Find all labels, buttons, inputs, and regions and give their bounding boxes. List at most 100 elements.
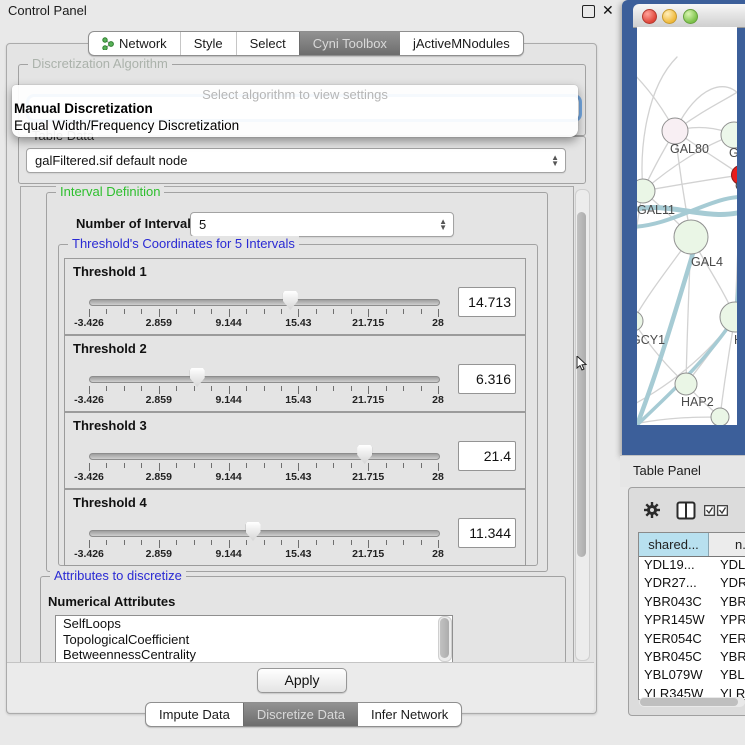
table-row[interactable]: YBR043CYBR0 (639, 594, 745, 612)
network-view-window: GAL80GACGAL11GAL4GCY1HHAP2 (622, 0, 745, 455)
attribute-item-selfloops[interactable]: SelfLoops (56, 616, 452, 632)
tick-label: 28 (412, 317, 464, 329)
tab-network[interactable]: Network (89, 32, 180, 55)
node-table[interactable]: shared... n... YDL19...YDL1YDR27...YDR2Y… (638, 532, 745, 700)
tab-label: jActiveMNodules (413, 36, 510, 51)
network-node[interactable] (720, 302, 737, 332)
cell-name[interactable]: YPR1 (714, 612, 745, 630)
attribute-item-topologicalcoefficient[interactable]: TopologicalCoefficient (56, 632, 452, 648)
dropdown-option-manual-discretization[interactable]: Manual Discretization (14, 101, 153, 116)
threshold-slider-track[interactable] (89, 453, 440, 460)
network-node[interactable] (637, 311, 643, 331)
scrollbar-thumb[interactable] (577, 212, 586, 557)
network-node[interactable] (675, 373, 697, 395)
table-horizontal-scrollbar[interactable] (639, 697, 745, 707)
threshold-slider-thumb[interactable] (190, 368, 205, 387)
cell-shared-name[interactable]: YBR045C (639, 649, 714, 667)
threshold-slider-thumb[interactable] (357, 445, 372, 464)
threshold-value-field[interactable] (458, 441, 516, 471)
tick-mark (281, 463, 282, 468)
cell-name[interactable]: YBR0 (714, 594, 745, 612)
attributes-scrollbar[interactable] (438, 616, 452, 662)
cell-name[interactable]: YBR0 (714, 649, 745, 667)
table-row[interactable]: YBL079WYBL0 (639, 667, 745, 685)
attribute-item-betweennesscentrality[interactable]: BetweennessCentrality (56, 647, 452, 663)
network-edge[interactable] (637, 417, 720, 425)
gear-icon[interactable] (643, 501, 661, 519)
cell-name[interactable]: YER0 (714, 631, 745, 649)
tick-label: 2.859 (133, 471, 185, 483)
numerical-attributes-list[interactable]: SelfLoopsTopologicalCoefficientBetweenne… (55, 615, 453, 663)
float-window-icon[interactable] (582, 5, 595, 18)
tick-mark (89, 463, 90, 471)
split-columns-icon[interactable] (676, 501, 696, 520)
tick-mark (421, 540, 422, 545)
tick-mark (351, 540, 352, 545)
threshold-slider-track[interactable] (89, 376, 440, 383)
network-node[interactable] (711, 408, 729, 425)
tick-mark (246, 540, 247, 545)
threshold-value-field[interactable] (458, 364, 516, 394)
network-canvas[interactable]: GAL80GACGAL11GAL4GCY1HHAP2 (637, 27, 737, 425)
table-data-combobox[interactable]: galFiltered.sif default node ▲▼ (26, 148, 566, 173)
tick-label: 28 (412, 394, 464, 406)
network-node[interactable] (662, 118, 688, 144)
threshold-slider-track[interactable] (89, 530, 440, 537)
close-icon[interactable]: ✕ (602, 2, 614, 19)
select-columns-icon[interactable] (704, 505, 728, 516)
table-row[interactable]: YDR27...YDR2 (639, 575, 745, 593)
tab-impute-data[interactable]: Impute Data (146, 703, 243, 726)
column-header-shared-name[interactable]: shared... (639, 533, 709, 556)
table-row[interactable]: YER054CYER0 (639, 631, 745, 649)
tab-jactivemnodules[interactable]: jActiveMNodules (400, 32, 523, 55)
threshold-value-field[interactable] (458, 518, 516, 548)
table-row[interactable]: YPR145WYPR1 (639, 612, 745, 630)
network-window-titlebar[interactable] (633, 4, 745, 28)
cell-shared-name[interactable]: YDL19... (639, 557, 714, 575)
minimize-traffic-light-icon[interactable] (662, 9, 677, 24)
tick-mark (124, 386, 125, 391)
cell-shared-name[interactable]: YBR043C (639, 594, 714, 612)
tab-infer-network[interactable]: Infer Network (358, 703, 461, 726)
apply-button[interactable]: Apply (257, 668, 347, 693)
tick-mark (298, 309, 299, 317)
cell-name[interactable]: YDL1 (714, 557, 745, 575)
network-edge[interactable] (643, 175, 737, 191)
vertical-scrollbar[interactable] (575, 189, 590, 661)
network-graph[interactable]: GAL80GACGAL11GAL4GCY1HHAP2 (637, 27, 737, 425)
tick-label: 21.715 (342, 317, 394, 329)
threshold-slider-thumb[interactable] (246, 522, 261, 541)
scrollbar-thumb[interactable] (440, 618, 449, 658)
tick-mark (264, 386, 265, 391)
table-row[interactable]: YDL19...YDL1 (639, 557, 745, 575)
tab-cyni-toolbox[interactable]: Cyni Toolbox (299, 32, 400, 55)
number-of-intervals-combobox[interactable]: 5 ▲▼ (190, 212, 454, 237)
node-label: GCY1 (637, 333, 665, 347)
table-row[interactable]: YBR045CYBR0 (639, 649, 745, 667)
threshold-slider-track[interactable] (89, 299, 440, 306)
scrollbar-thumb[interactable] (640, 698, 738, 706)
cell-shared-name[interactable]: YDR27... (639, 575, 714, 593)
cell-name[interactable]: YBL0 (714, 667, 745, 685)
tab-select[interactable]: Select (236, 32, 299, 55)
zoom-traffic-light-icon[interactable] (683, 9, 698, 24)
dropdown-option-equal-width-frequency-discretization[interactable]: Equal Width/Frequency Discretization (14, 118, 239, 133)
threshold-slider-thumb[interactable] (283, 291, 298, 310)
cell-name[interactable]: YDR2 (714, 575, 745, 593)
tab-label: Network (119, 36, 167, 51)
column-header-name[interactable]: n... (709, 533, 745, 556)
cell-shared-name[interactable]: YPR145W (639, 612, 714, 630)
network-node[interactable] (674, 220, 708, 254)
tab-style[interactable]: Style (180, 32, 236, 55)
threshold-panel: Threshold 2 -3.4262.8599.14415.4321.7152… (64, 335, 526, 412)
cell-shared-name[interactable]: YBL079W (639, 667, 714, 685)
tick-mark (403, 386, 404, 391)
tick-mark (159, 540, 160, 548)
node-label: GAL80 (670, 142, 709, 156)
close-traffic-light-icon[interactable] (642, 9, 657, 24)
threshold-value-field[interactable] (458, 287, 516, 317)
network-node[interactable] (721, 122, 737, 148)
cell-shared-name[interactable]: YER054C (639, 631, 714, 649)
tab-discretize-data[interactable]: Discretize Data (243, 703, 358, 726)
tick-mark (229, 540, 230, 548)
